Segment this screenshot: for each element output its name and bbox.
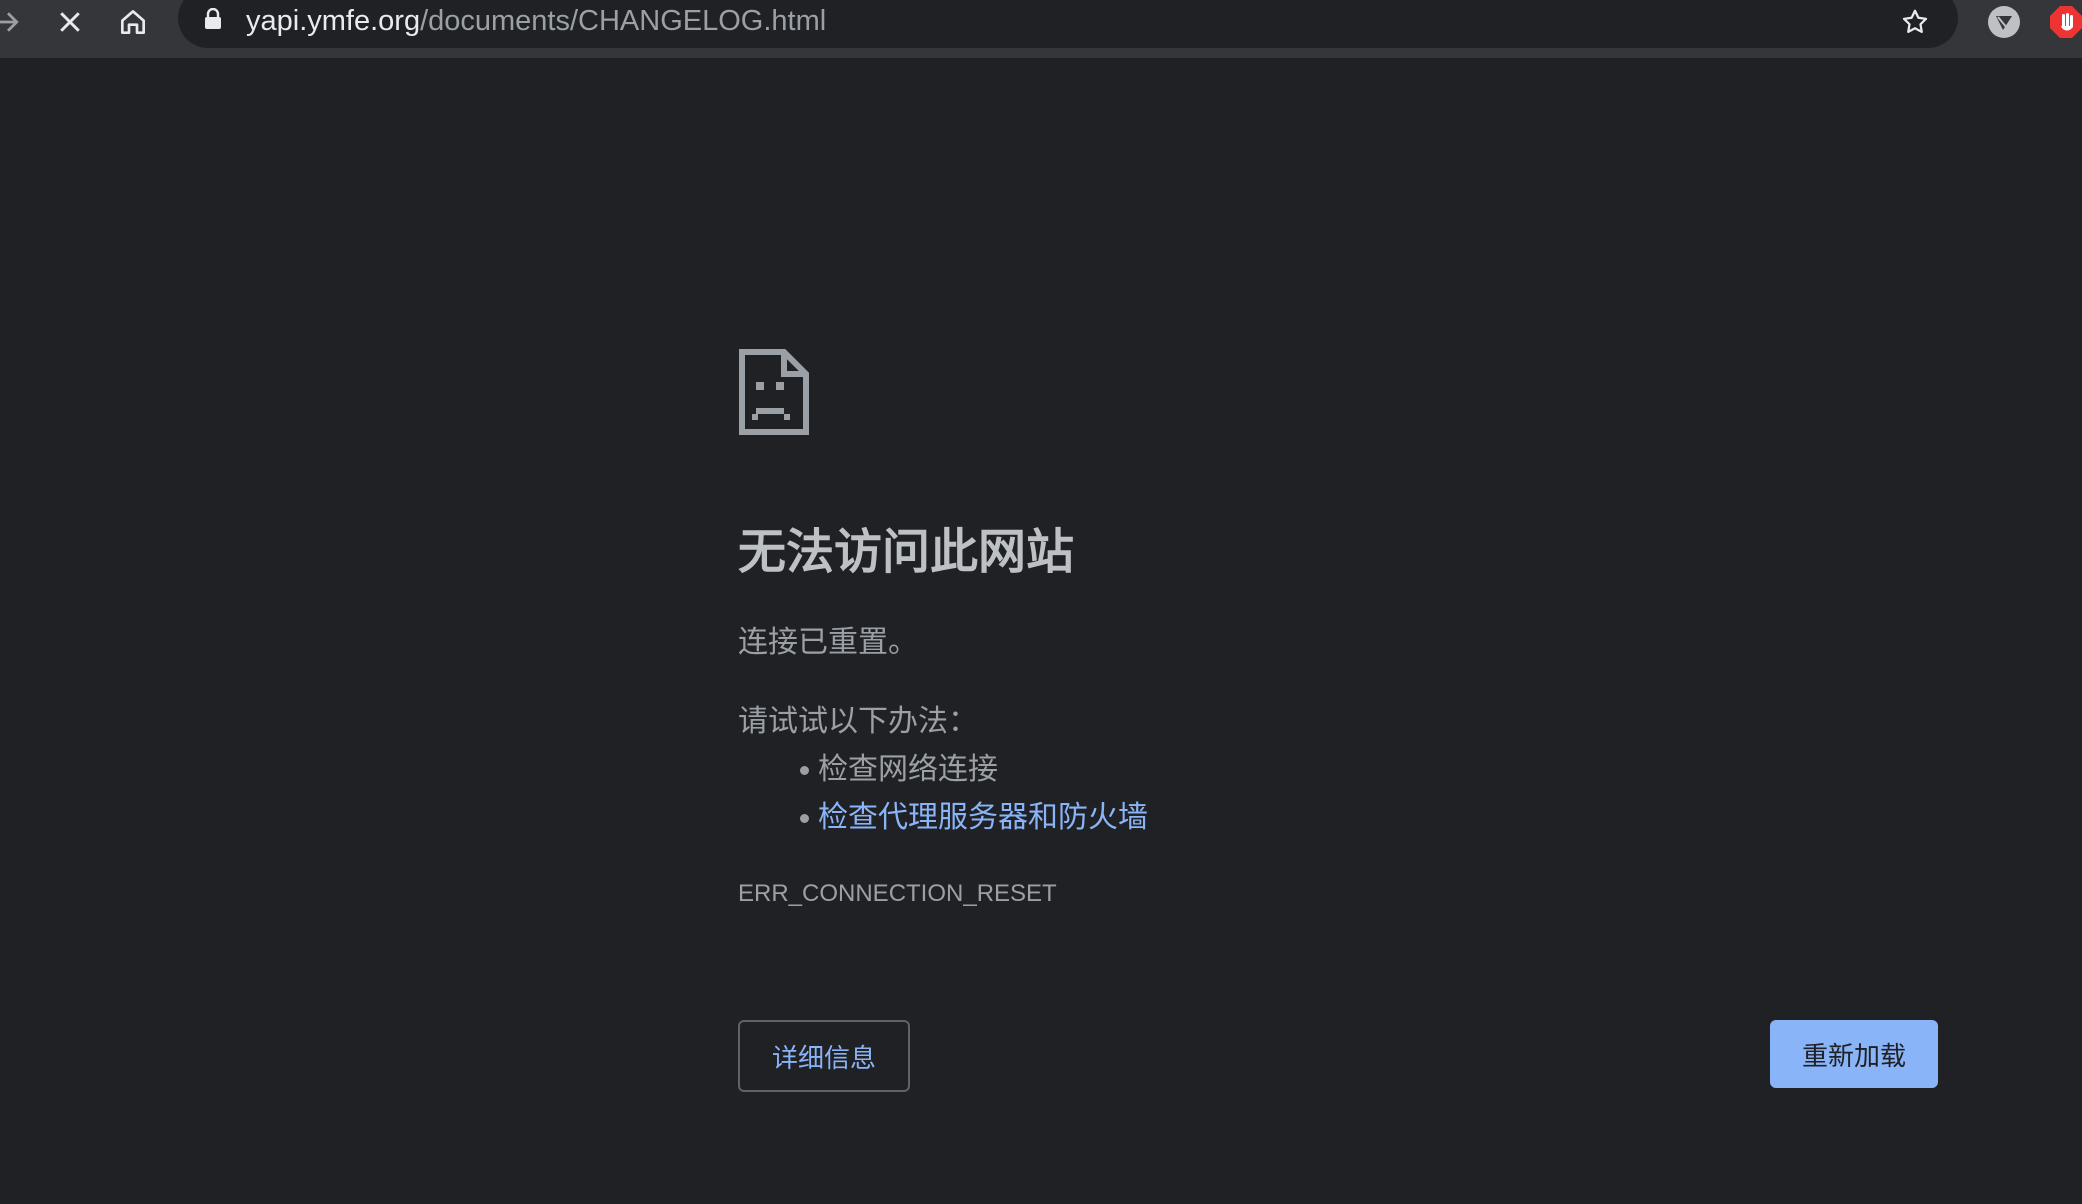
suggestion-check-proxy-firewall-link[interactable]: 检查代理服务器和防火墙 [800, 798, 1148, 838]
lock-icon[interactable] [204, 7, 222, 34]
url-path: /documents/CHANGELOG.html [420, 5, 827, 37]
suggestion-check-network: 检查网络连接 [800, 750, 998, 790]
details-button[interactable]: 详细信息 [738, 1020, 910, 1092]
url-host: yapi.ymfe.org [246, 5, 421, 37]
stop-loading-icon[interactable] [50, 2, 90, 42]
url-text[interactable]: yapi.ymfe.org/documents/CHANGELOG.html [246, 4, 826, 38]
error-code: ERR_CONNECTION_RESET [738, 880, 1057, 907]
suggestions-heading: 请试试以下办法： [738, 704, 978, 739]
error-title: 无法访问此网站 [738, 524, 1075, 580]
error-message: 连接已重置。 [738, 625, 918, 660]
extension-icon[interactable] [1984, 2, 2024, 42]
reload-button[interactable]: 重新加载 [1770, 1020, 1938, 1088]
sad-document-icon [739, 349, 809, 435]
adblock-extension-icon[interactable] [2046, 2, 2082, 42]
forward-arrow-icon[interactable] [0, 2, 28, 42]
bookmark-star-icon[interactable] [1895, 2, 1935, 42]
address-bar[interactable]: yapi.ymfe.org/documents/CHANGELOG.html [178, 0, 1958, 48]
home-icon[interactable] [113, 2, 153, 42]
browser-toolbar: yapi.ymfe.org/documents/CHANGELOG.html [0, 0, 2082, 58]
